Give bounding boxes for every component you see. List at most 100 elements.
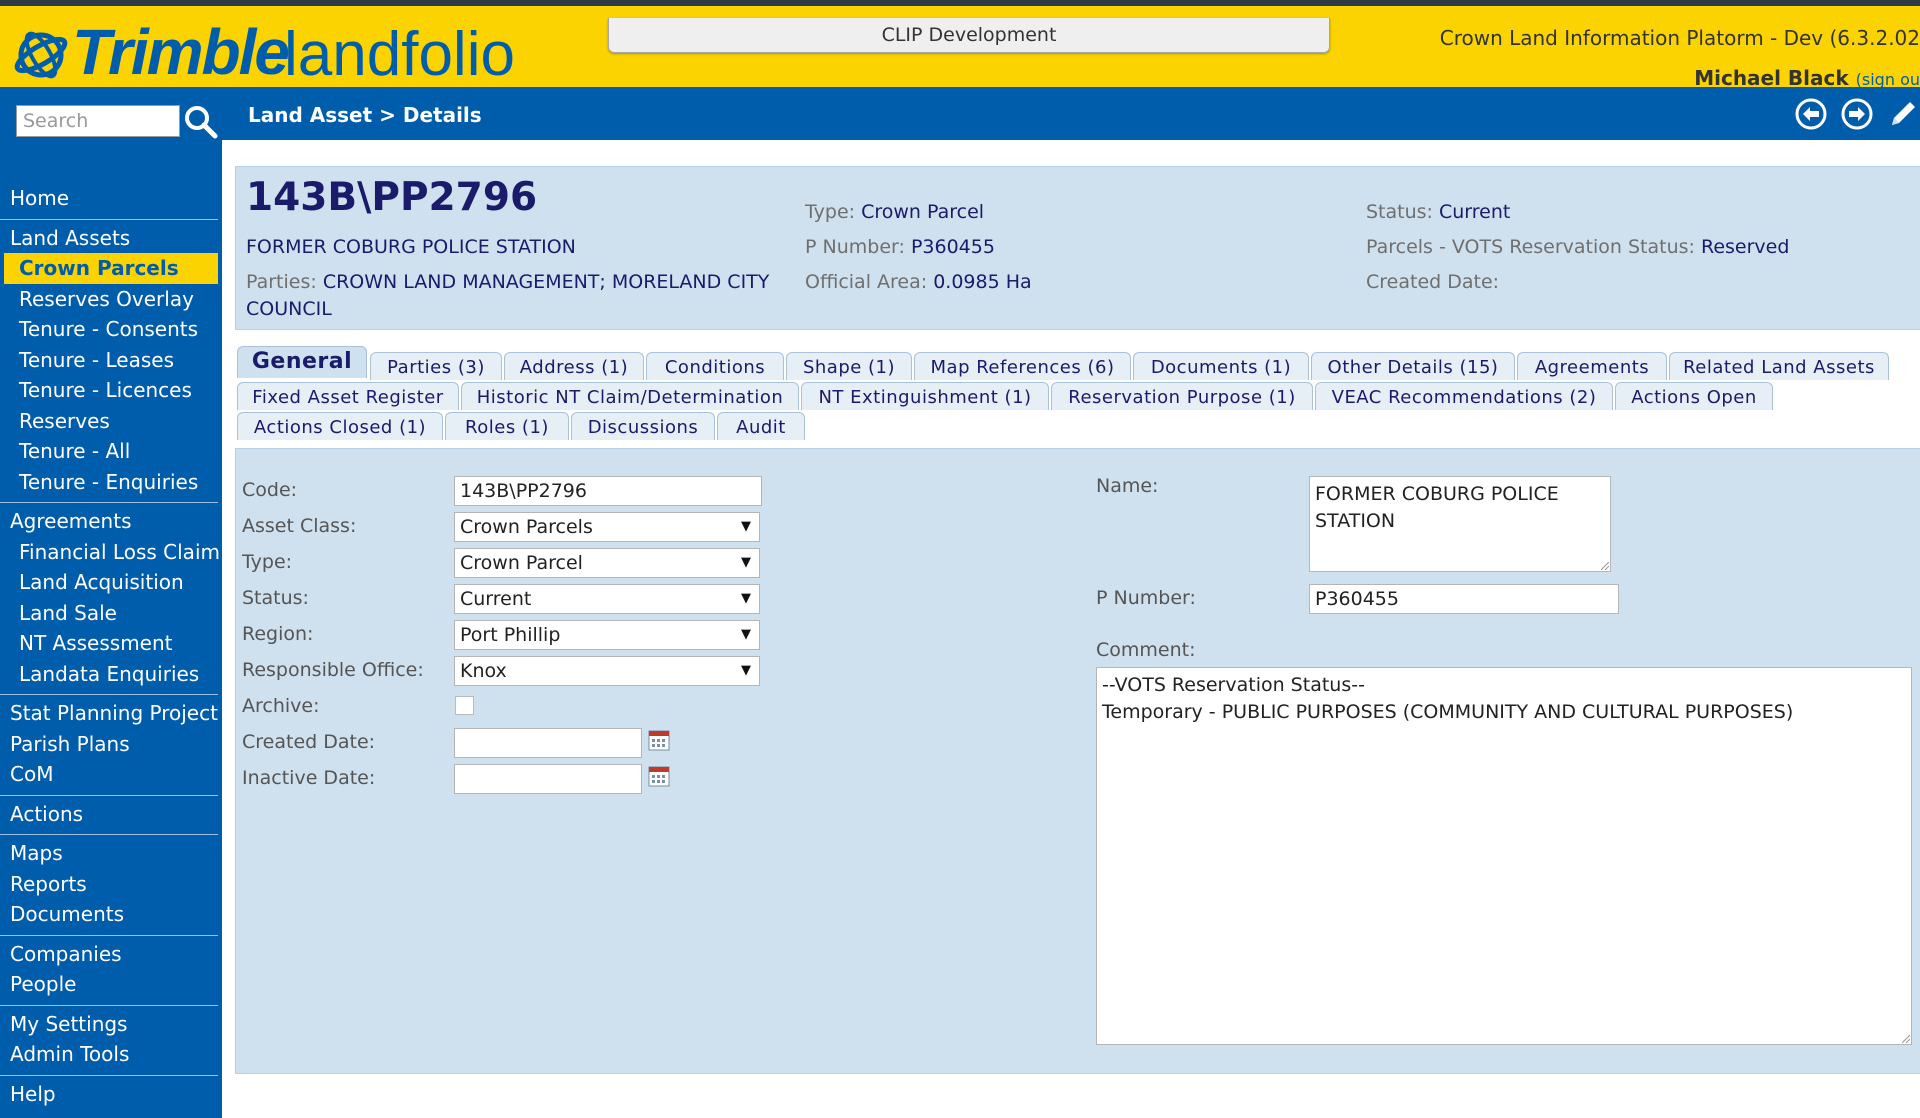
code-label: Code: (242, 479, 298, 501)
sidebar-item-tenure-all[interactable]: Tenure - All (0, 436, 218, 467)
sidebar: Home Land Assets Crown Parcels Reserves … (0, 140, 222, 1118)
inactive-date-input[interactable] (454, 764, 642, 794)
general-tab-content: Code: 143B\PP2796 Asset Class: Crown Par… (235, 448, 1920, 1074)
sidebar-group-home: Home (0, 180, 218, 220)
tab-other-details[interactable]: Other Details (15) (1311, 352, 1515, 380)
trimble-logo-text: Trimble (72, 16, 290, 88)
tab-veac-recommendations[interactable]: VEAC Recommendations (2) (1315, 382, 1613, 410)
sidebar-item-reserves[interactable]: Reserves (0, 406, 218, 437)
app-header: Trimble landfolio CLIP Development Crown… (0, 6, 1920, 90)
sidebar-item-home[interactable]: Home (0, 183, 218, 214)
sidebar-item-tenure-enquiries[interactable]: Tenure - Enquiries (0, 467, 218, 498)
tab-general[interactable]: General (237, 346, 367, 378)
type-field-label: Type: (242, 551, 293, 573)
back-arrow-icon[interactable] (1794, 97, 1828, 131)
tab-related-land-assets[interactable]: Related Land Assets (1669, 352, 1889, 380)
sidebar-group-maps: Maps Reports Documents (0, 835, 218, 936)
created-date-label: Created Date: (242, 731, 376, 753)
summary-area: Official Area: 0.0985 Ha (805, 269, 1032, 296)
sidebar-item-crown-parcels[interactable]: Crown Parcels (4, 253, 218, 284)
sidebar-item-agreements[interactable]: Agreements (0, 506, 218, 537)
parties-label: Parties: (246, 271, 317, 293)
tab-fixed-asset-register[interactable]: Fixed Asset Register (237, 382, 459, 410)
type-select[interactable]: Crown Parcel (454, 548, 760, 578)
asset-summary-panel: 143B\PP2796 FORMER COBURG POLICE STATION… (235, 166, 1920, 330)
search-icon[interactable] (184, 105, 218, 139)
tab-discussions[interactable]: Discussions (571, 412, 715, 440)
status-label: Status: (1366, 201, 1433, 223)
sidebar-item-people[interactable]: People (0, 969, 218, 1000)
edit-pencil-icon[interactable] (1886, 97, 1920, 131)
summary-pnumber: P Number: P360455 (805, 234, 995, 261)
sidebar-item-tenure-leases[interactable]: Tenure - Leases (0, 345, 218, 376)
comment-value: --VOTS Reservation Status-- Temporary - … (1102, 674, 1794, 723)
archive-checkbox[interactable] (455, 696, 474, 715)
pnumber-label: P Number: (805, 236, 905, 258)
sidebar-item-land-assets[interactable]: Land Assets (0, 223, 218, 254)
created-date-input[interactable] (454, 728, 642, 758)
sidebar-item-tenure-consents[interactable]: Tenure - Consents (0, 314, 218, 345)
asset-class-value: Crown Parcels (460, 516, 593, 538)
sidebar-item-reserves-overlay[interactable]: Reserves Overlay (0, 284, 218, 315)
sidebar-group-planning: Stat Planning Project Parish Plans CoM (0, 695, 218, 796)
tab-documents[interactable]: Documents (1) (1133, 352, 1309, 380)
summary-type: Type: Crown Parcel (805, 199, 984, 226)
breadcrumb: Land Asset > Details (248, 103, 482, 127)
sidebar-item-actions[interactable]: Actions (0, 799, 218, 830)
resize-handle-icon[interactable] (1902, 1035, 1910, 1043)
detail-tabs: General Parties (3) Address (1) Conditio… (235, 346, 1920, 452)
tab-map-references[interactable]: Map References (6) (914, 352, 1131, 380)
environment-tab: CLIP Development (608, 18, 1330, 53)
sidebar-item-documents[interactable]: Documents (0, 899, 218, 930)
tab-address[interactable]: Address (1) (504, 352, 644, 380)
tab-agreements[interactable]: Agreements (1517, 352, 1667, 380)
sidebar-item-reports[interactable]: Reports (0, 869, 218, 900)
asset-class-select[interactable]: Crown Parcels (454, 512, 760, 542)
search-input[interactable]: Search (16, 105, 180, 137)
forward-arrow-icon[interactable] (1840, 97, 1874, 131)
code-input[interactable]: 143B\PP2796 (454, 476, 762, 506)
landfolio-logo-text: landfolio (284, 20, 515, 89)
sidebar-item-parish-plans[interactable]: Parish Plans (0, 729, 218, 760)
tab-audit[interactable]: Audit (717, 412, 805, 440)
sidebar-item-com[interactable]: CoM (0, 759, 218, 790)
tab-shape[interactable]: Shape (1) (786, 352, 912, 380)
sidebar-item-land-sale[interactable]: Land Sale (0, 598, 218, 629)
tab-roles[interactable]: Roles (1) (445, 412, 569, 440)
responsible-office-select[interactable]: Knox (454, 656, 760, 686)
sidebar-item-landata-enquiries[interactable]: Landata Enquiries (0, 659, 218, 690)
app-title: Crown Land Information Platorm - Dev (6.… (1439, 26, 1920, 50)
responsible-office-label: Responsible Office: (242, 659, 424, 681)
region-select[interactable]: Port Phillip (454, 620, 760, 650)
tab-reservation-purpose[interactable]: Reservation Purpose (1) (1051, 382, 1313, 410)
sidebar-item-financial-loss-claim[interactable]: Financial Loss Claim (0, 537, 220, 568)
pnumber-input[interactable]: P360455 (1309, 584, 1619, 614)
sidebar-group-agreements: Agreements Financial Loss Claim Land Acq… (0, 503, 220, 695)
tab-parties[interactable]: Parties (3) (370, 352, 502, 380)
sidebar-item-help[interactable]: Help (0, 1079, 222, 1110)
sidebar-item-maps[interactable]: Maps (0, 838, 218, 869)
calendar-icon[interactable] (648, 729, 670, 751)
comment-textarea[interactable]: --VOTS Reservation Status-- Temporary - … (1096, 667, 1912, 1045)
vots-value: Reserved (1700, 236, 1790, 258)
responsible-office-value: Knox (460, 660, 507, 682)
tab-actions-open[interactable]: Actions Open (1615, 382, 1773, 410)
sidebar-group-land-assets: Land Assets Crown Parcels Reserves Overl… (0, 220, 218, 503)
name-textarea[interactable]: FORMER COBURG POLICE STATION (1309, 476, 1611, 572)
sidebar-item-stat-planning-project[interactable]: Stat Planning Project (0, 698, 218, 729)
sidebar-item-admin-tools[interactable]: Admin Tools (0, 1039, 218, 1070)
sidebar-item-land-acquisition[interactable]: Land Acquisition (0, 567, 218, 598)
pnumber-field-label: P Number: (1096, 587, 1196, 609)
tab-actions-closed[interactable]: Actions Closed (1) (237, 412, 443, 440)
tab-historic-nt[interactable]: Historic NT Claim/Determination (461, 382, 799, 410)
resize-handle-icon[interactable] (1601, 562, 1609, 570)
summary-vots-status: Parcels - VOTS Reservation Status: Reser… (1366, 234, 1789, 261)
tab-conditions[interactable]: Conditions (646, 352, 784, 380)
sidebar-item-tenure-licences[interactable]: Tenure - Licences (0, 375, 218, 406)
status-select[interactable]: Current (454, 584, 760, 614)
tab-nt-extinguishment[interactable]: NT Extinguishment (1) (801, 382, 1049, 410)
sidebar-item-my-settings[interactable]: My Settings (0, 1009, 218, 1040)
calendar-icon[interactable] (648, 765, 670, 787)
sidebar-item-nt-assessment[interactable]: NT Assessment (0, 628, 218, 659)
sidebar-item-companies[interactable]: Companies (0, 939, 218, 970)
